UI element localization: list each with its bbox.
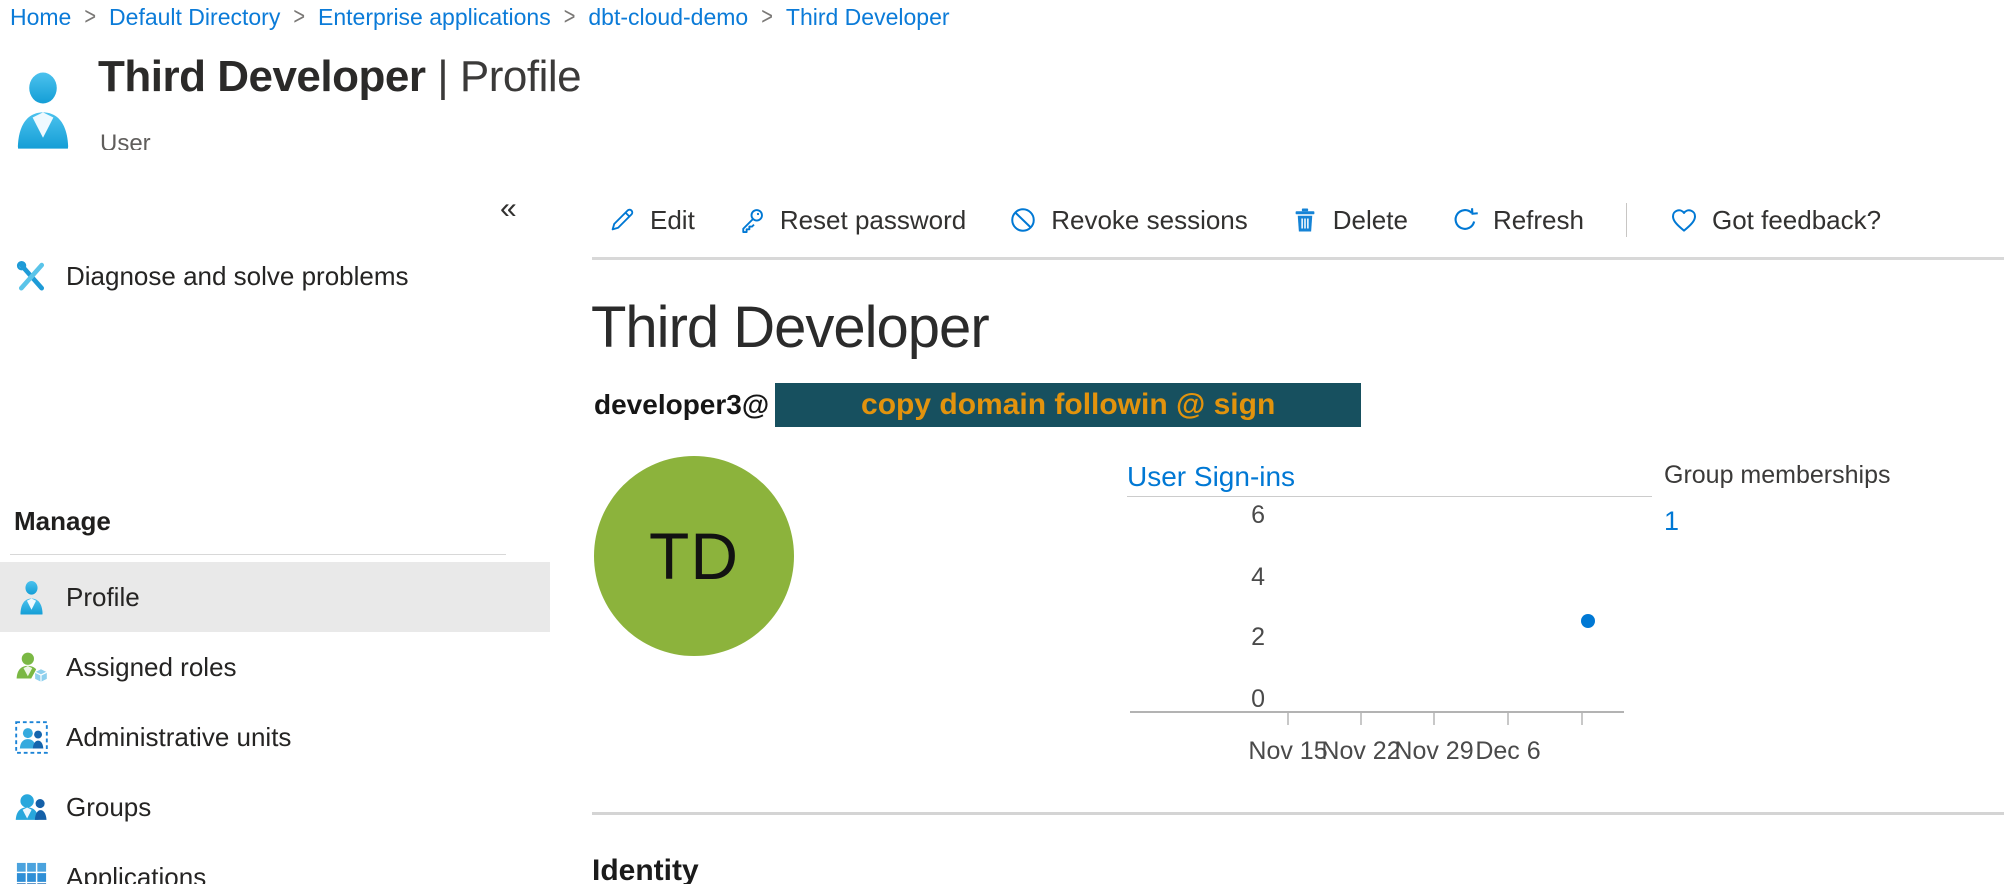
group-memberships-count-link[interactable]: 1 — [1664, 506, 1890, 537]
button-label: Delete — [1333, 205, 1408, 236]
heart-icon — [1669, 205, 1699, 235]
sidebar: « Diagnose and solve problems Manage — [0, 150, 550, 884]
sidebar-item-diagnose[interactable]: Diagnose and solve problems — [0, 241, 550, 311]
user-avatar-icon — [14, 70, 72, 150]
x-axis-tick — [1581, 713, 1583, 725]
user-principal-name: developer3@ copy domain followin @ sign — [594, 383, 1361, 427]
sidebar-nav: Profile Assigned roles — [0, 562, 550, 884]
person-cube-icon — [14, 650, 49, 685]
breadcrumb: Home > Default Directory > Enterprise ap… — [10, 4, 950, 31]
breadcrumb-third-developer[interactable]: Third Developer — [786, 4, 950, 31]
button-label: Refresh — [1493, 205, 1584, 236]
breadcrumb-home[interactable]: Home — [10, 4, 71, 31]
identity-section-heading: Identity — [592, 854, 699, 884]
people-icon — [14, 790, 49, 825]
y-axis-tick-label: 6 — [1219, 501, 1265, 530]
x-axis-tick — [1287, 713, 1289, 725]
breadcrumb-separator: > — [84, 3, 96, 32]
group-memberships: Group memberships 1 — [1664, 461, 1890, 537]
sidebar-item-label: Groups — [66, 792, 151, 823]
button-label: Reset password — [780, 205, 966, 236]
sidebar-item-label: Applications — [66, 862, 206, 884]
revoke-sessions-button[interactable]: Revoke sessions — [1008, 205, 1248, 236]
trash-icon — [1290, 205, 1320, 235]
avatar-initials: TD — [649, 518, 739, 594]
page-title-name: Third Developer — [98, 52, 425, 101]
key-icon — [737, 205, 767, 235]
x-axis-tick — [1360, 713, 1362, 725]
x-axis-tick — [1507, 713, 1509, 725]
breadcrumb-separator: > — [761, 3, 773, 32]
page-title: Third Developer | Profile — [98, 52, 581, 102]
breadcrumb-separator: > — [564, 3, 576, 32]
x-axis-line — [1130, 711, 1624, 713]
sign-in-data-point — [1581, 614, 1595, 628]
page-title-pipe: | — [437, 52, 448, 101]
sidebar-item-applications[interactable]: Applications — [0, 842, 550, 884]
group-memberships-label: Group memberships — [1664, 461, 1890, 490]
x-axis-tick-label: Dec 6 — [1458, 737, 1558, 766]
breadcrumb-enterprise-applications[interactable]: Enterprise applications — [318, 4, 551, 31]
sidebar-item-administrative-units[interactable]: Administrative units — [0, 702, 550, 772]
sidebar-item-profile[interactable]: Profile — [0, 562, 550, 632]
refresh-icon — [1450, 205, 1480, 235]
sidebar-item-groups[interactable]: Groups — [0, 772, 550, 842]
sidebar-collapse-button[interactable]: « — [500, 194, 517, 224]
y-axis-tick-label: 4 — [1219, 563, 1265, 592]
sidebar-item-label: Assigned roles — [66, 652, 237, 683]
y-axis-tick-label: 0 — [1219, 685, 1265, 714]
user-profile-page: Home > Default Directory > Enterprise ap… — [0, 0, 2004, 884]
reset-password-button[interactable]: Reset password — [737, 205, 966, 236]
command-bar: Edit Reset password Revoke sessions — [607, 196, 1881, 244]
sidebar-manage-header: Manage — [14, 506, 111, 537]
delete-button[interactable]: Delete — [1290, 205, 1408, 236]
sidebar-item-label: Administrative units — [66, 722, 291, 753]
got-feedback-button[interactable]: Got feedback? — [1669, 205, 1881, 236]
button-label: Got feedback? — [1712, 205, 1881, 236]
y-axis-tick-label: 2 — [1219, 623, 1265, 652]
toolbar-divider — [1626, 203, 1627, 237]
button-label: Revoke sessions — [1051, 205, 1248, 236]
sidebar-item-label: Profile — [66, 582, 140, 613]
user-sign-ins-link[interactable]: User Sign-ins — [1127, 461, 1295, 493]
admin-units-icon — [14, 720, 49, 755]
user-sign-ins-chart: User Sign-ins 6 4 2 0 Nov 15 Nov 22 Nov … — [1127, 461, 1654, 771]
x-axis-tick — [1433, 713, 1435, 725]
refresh-button[interactable]: Refresh — [1450, 205, 1584, 236]
pencil-icon — [607, 205, 637, 235]
redaction-overlay: copy domain followin @ sign — [775, 383, 1361, 427]
page-title-separator — [425, 52, 437, 101]
breadcrumb-separator: > — [293, 3, 305, 32]
breadcrumb-dbt-cloud-demo[interactable]: dbt-cloud-demo — [588, 4, 748, 31]
avatar: TD — [594, 456, 794, 656]
button-label: Edit — [650, 205, 695, 236]
sidebar-divider — [10, 554, 506, 555]
chart-title-rule — [1127, 496, 1652, 497]
sidebar-item-label: Diagnose and solve problems — [66, 261, 409, 292]
breadcrumb-default-directory[interactable]: Default Directory — [109, 4, 280, 31]
toolbar-separator-line — [592, 257, 2004, 260]
page-title-section-label: Profile — [460, 52, 581, 101]
user-display-name: Third Developer — [591, 294, 989, 361]
section-divider — [592, 812, 2004, 815]
wrench-screwdriver-icon — [14, 259, 49, 294]
edit-button[interactable]: Edit — [607, 205, 695, 236]
block-icon — [1008, 205, 1038, 235]
redaction-note: copy domain followin @ sign — [861, 388, 1275, 422]
sidebar-item-assigned-roles[interactable]: Assigned roles — [0, 632, 550, 702]
email-prefix: developer3@ — [594, 389, 769, 421]
page-title-section — [448, 52, 460, 101]
app-grid-icon — [14, 860, 49, 884]
person-icon — [14, 580, 49, 615]
